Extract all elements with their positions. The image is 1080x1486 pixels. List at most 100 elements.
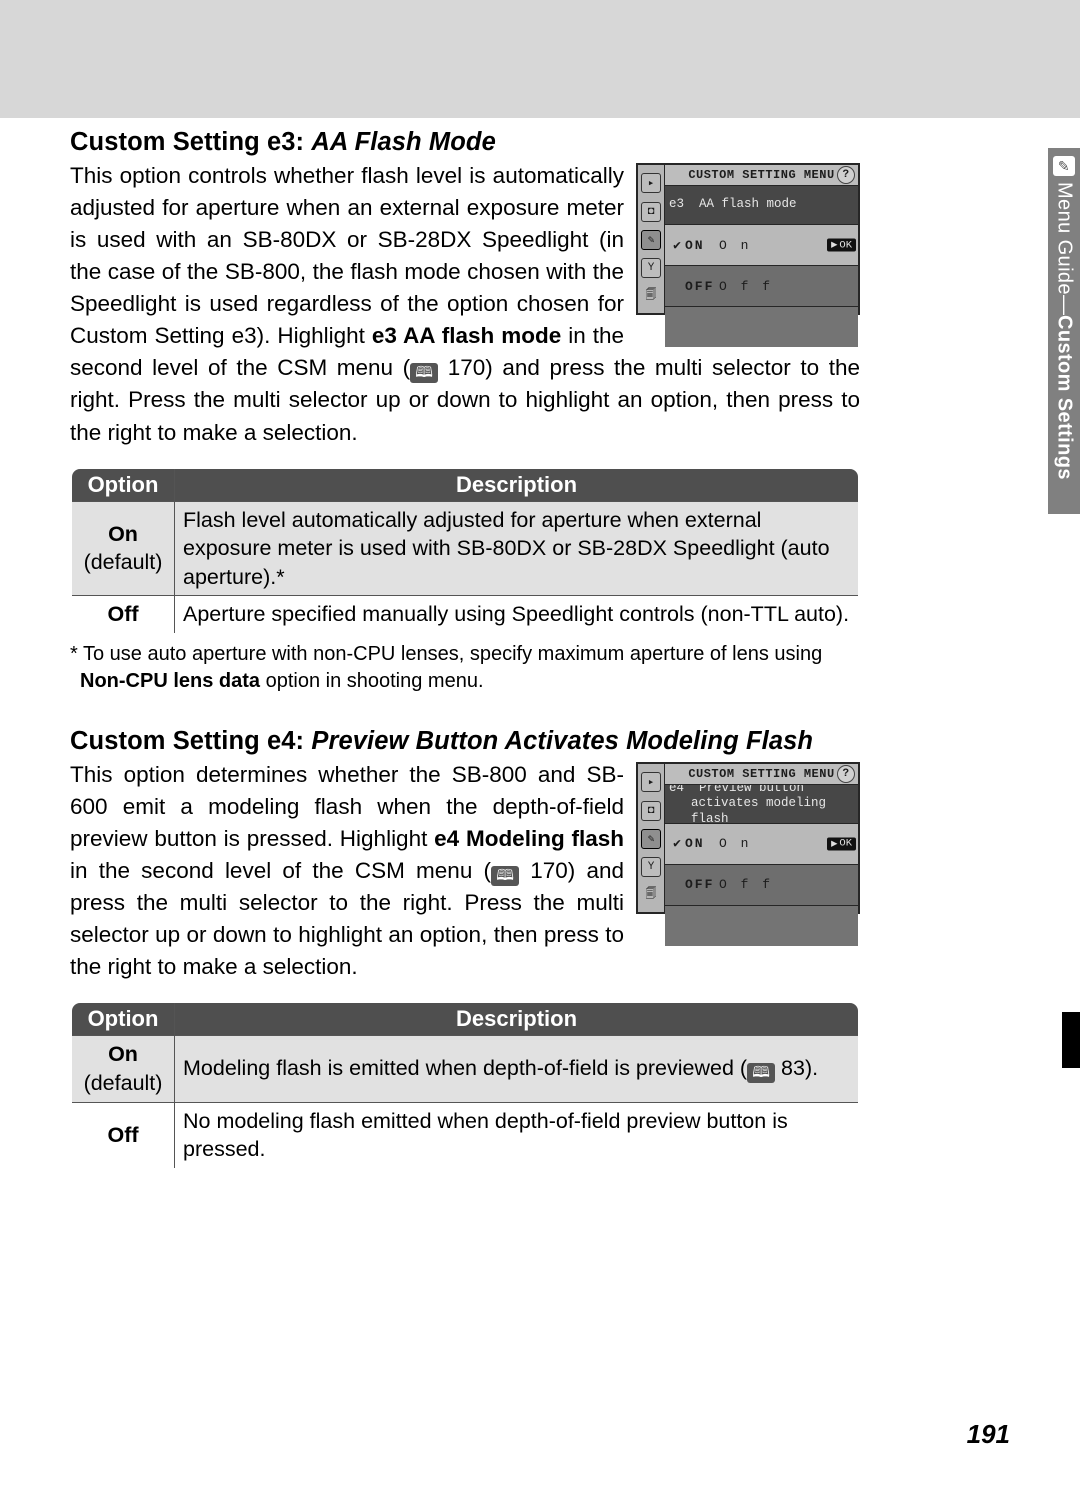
cam-row-off-label: O f f [719,877,773,892]
opt-off: Off [107,602,138,626]
pencil-icon: ✎ [641,829,661,849]
check-icon: ✔ [669,238,685,253]
help-icon: ? [837,166,855,184]
ok-text: OK [839,239,852,251]
heading-e3-title: AA Flash Mode [311,128,496,156]
cam-row-off-label: O f f [719,279,773,294]
cam-row-on-label: O n [719,238,751,253]
camera-screenshot-e3: ▸ ◘ ✎ Y 🗐 CUSTOM SETTING MENU ? e3 AA fl… [636,163,860,315]
opt-on: On [108,1042,138,1066]
cam-row-empty [665,906,858,946]
table-row: On (default) Modeling flash is emitted wh… [71,1036,859,1102]
heading-e3: Custom Setting e3: AA Flash Mode [70,128,860,157]
desc-a: Modeling flash is emitted when depth-of-… [183,1056,747,1080]
top-gray-banner [0,0,1080,118]
clipboard-icon: 🗐 [642,287,660,305]
table-row: On (default) Flash level automatically ad… [71,501,859,596]
side-tab-label-2: Custom Settings [1053,315,1076,480]
cam-row-off: OFF O f f [665,865,858,906]
section-side-tab: ✎ Menu Guide—Custom Settings [1048,148,1080,514]
pencil-icon: ✎ [1053,156,1075,176]
table-row: Off No modeling flash emitted when depth… [71,1102,859,1169]
cam-row-on: ✔ ON O n ▶ OK [665,225,858,266]
page-ref-icon: 🕮 [491,866,519,886]
cell-option: On (default) [71,501,175,596]
th-description: Description [175,468,860,502]
opt-default: (default) [84,550,163,574]
cell-option: Off [71,596,175,634]
cell-desc: Flash level automatically adjusted for a… [175,501,860,596]
e4-para-bold: e4 Modeling flash [434,826,624,851]
cell-desc: No modeling flash emitted when depth-of-… [175,1102,860,1169]
footnote-a: * To use auto aperture with non-CPU lens… [70,643,822,665]
options-table-e3: Option Description On (default) Flash lev… [70,467,860,635]
play-icon: ▸ [641,772,661,792]
camera-icon: ◘ [641,801,661,821]
page: ✎ Menu Guide—Custom Settings Custom Sett… [0,0,1080,1486]
cam-main: CUSTOM SETTING MENU ? e4 Preview button … [665,764,858,912]
cell-desc: Modeling flash is emitted when depth-of-… [175,1036,860,1102]
cam-row-on-label: O n [719,836,751,851]
e3-para-a: This option controls whether flash level… [70,163,624,348]
cell-option: Off [71,1102,175,1169]
cam-main: CUSTOM SETTING MENU ? e3 AA flash mode ✔… [665,165,858,313]
cam-row-off: OFF O f f [665,266,858,307]
ok-indicator: ▶ OK [827,239,856,252]
cam-frame: ▸ ◘ ✎ Y 🗐 CUSTOM SETTING MENU ? e4 Previ… [636,762,860,914]
table-row: Off Aperture specified manually using Sp… [71,596,859,634]
heading-e4-prefix: Custom Setting e4: [70,727,311,755]
footnote-bold: Non-CPU lens data [80,670,260,692]
ok-textstay: OK [839,838,852,850]
camera-screenshot-e4: ▸ ◘ ✎ Y 🗐 CUSTOM SETTING MENU ? e4 Previ… [636,762,860,914]
cam-sidebar: ▸ ◘ ✎ Y 🗐 [638,764,665,912]
cam-subtitle: e3 AA flash mode [665,186,858,225]
camera-icon: ◘ [641,202,661,222]
opt-off: Off [107,1123,138,1147]
cam-row-on: ✔ ON O n ▶ OK [665,824,858,865]
content-column: Custom Setting e3: AA Flash Mode ▸ ◘ ✎ Y… [70,128,860,1170]
desc-ref: 83). [775,1056,818,1080]
cam-title-text: CUSTOM SETTING MENU [688,168,834,182]
cell-option: On (default) [71,1036,175,1102]
ok-indicator: ▶ OK [827,837,856,850]
th-description: Description [175,1002,860,1036]
th-option: Option [71,468,175,502]
cam-subtitle: e4 Preview button activates modeling fla… [665,785,858,824]
check-icon: ✔ [669,836,685,851]
opt-on: On [108,522,138,546]
wrench-icon: Y [641,258,661,278]
options-table-e4: Option Description On (default) Modeling … [70,1001,860,1169]
cam-row-on-code: ON [685,238,719,253]
side-tab-label-1: Menu Guide— [1053,182,1076,315]
opt-default: (default) [84,1071,163,1095]
e3-para-b1: ting e3). Highlight [188,323,372,348]
cam-sub-label2: activates modeling flash [691,796,826,826]
e4-para-b: in the second level of the CSM menu ( [70,858,491,883]
page-ref-icon: 🕮 [410,363,438,383]
footnote-b: option in shooting menu. [260,670,484,692]
clipboard-icon: 🗐 [642,886,660,904]
cam-sidebar: ▸ ◘ ✎ Y 🗐 [638,165,665,313]
cam-row-off-code: OFF [685,279,719,294]
footnote-e3: * To use auto aperture with non-CPU lens… [70,641,860,695]
cam-sub-label: AA flash mode [699,197,797,211]
play-icon: ▸ [641,173,661,193]
cam-row-off-code: OFF [685,877,719,892]
cam-row-empty [665,307,858,347]
cam-sub-code: e3 [669,197,684,211]
heading-e4-title: Preview Button Activates Modeling Flash [311,727,813,755]
thumb-tab [1062,1012,1080,1068]
cam-frame: ▸ ◘ ✎ Y 🗐 CUSTOM SETTING MENU ? e3 AA fl… [636,163,860,315]
cam-title: CUSTOM SETTING MENU ? [665,764,858,785]
cam-title: CUSTOM SETTING MENU ? [665,165,858,186]
page-number: 191 [967,1419,1010,1450]
cell-desc: Aperture specified manually using Speedl… [175,596,860,634]
cam-title-text: CUSTOM SETTING MENU [688,767,834,781]
page-ref-icon: 🕮 [747,1063,775,1083]
heading-e3-prefix: Custom Setting e3: [70,128,311,156]
th-option: Option [71,1002,175,1036]
heading-e4: Custom Setting e4: Preview Button Activa… [70,727,860,756]
wrench-icon: Y [641,857,661,877]
pencil-icon: ✎ [641,230,661,250]
cam-row-on-code: ON [685,836,719,851]
